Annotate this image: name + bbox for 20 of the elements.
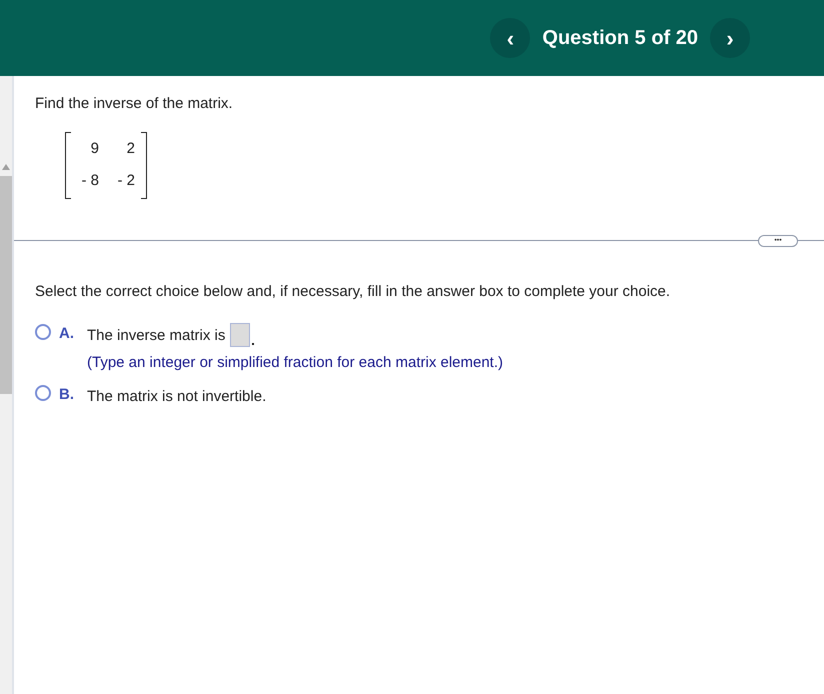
hint-text: (Type an integer or simplified fraction for each matrix element.) [87, 352, 504, 372]
answer-box[interactable] [230, 323, 250, 348]
next-question-button[interactable]: › [710, 18, 750, 58]
choice-letter: A. [59, 324, 75, 344]
matrix-entry: 9 [90, 138, 99, 158]
previous-question-button[interactable]: ‹ [490, 18, 530, 58]
question-prompt: Find the inverse of the matrix. [35, 94, 234, 114]
instruction-text: Select the correct choice below and, if necessary, fill in the answer box to complete your choice. [34, 282, 672, 302]
scroll-up-icon[interactable] [2, 164, 10, 170]
radio-button[interactable] [35, 385, 51, 401]
scrollbar-thumb[interactable] [0, 176, 12, 394]
matrix-entry: - 8 [80, 171, 99, 191]
choice-text: The inverse matrix is [87, 326, 226, 346]
matrix-entry: - 2 [116, 171, 135, 191]
scrollbar[interactable] [0, 76, 12, 694]
choice-text: The matrix is not invertible. [87, 387, 266, 407]
radio-button[interactable] [35, 324, 51, 340]
question-counter: Question 5 of 20 [542, 26, 698, 51]
matrix-entry: 2 [126, 138, 135, 158]
choice-letter: B. [59, 385, 75, 405]
